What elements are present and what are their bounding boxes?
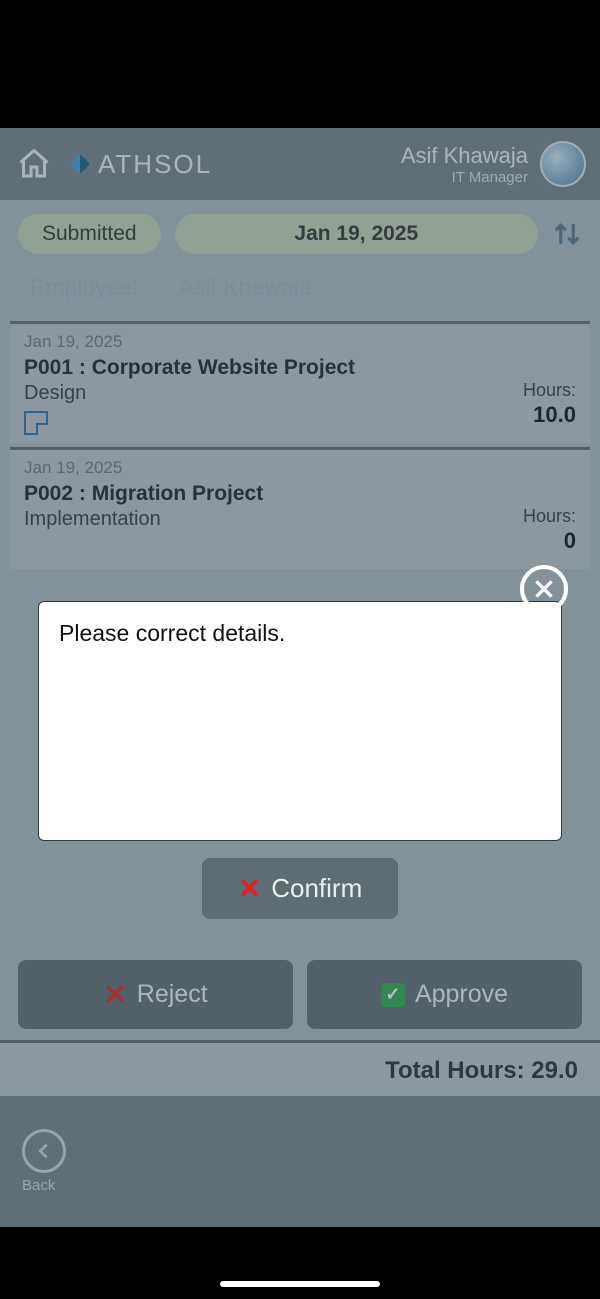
sort-icon[interactable]: [552, 217, 582, 251]
employee-row: Employee: Asif Khawaja: [0, 264, 600, 317]
employee-value: Asif Khawaja: [179, 274, 312, 301]
timesheet-card[interactable]: Jan 19, 2025 P001 : Corporate Website Pr…: [10, 321, 590, 443]
date-pill[interactable]: Jan 19, 2025: [175, 214, 538, 254]
reject-label: Reject: [137, 980, 208, 1009]
card-date: Jan 19, 2025: [24, 458, 576, 478]
brand: ATHSOL: [68, 149, 212, 180]
card-task: Implementation: [24, 508, 576, 531]
app-screen: ATHSOL Asif Khawaja IT Manager Submitted…: [0, 128, 600, 1227]
hours-value: 0: [564, 528, 576, 554]
x-icon: ✕: [238, 872, 261, 905]
back-button[interactable]: [22, 1129, 66, 1173]
timesheet-card[interactable]: Jan 19, 2025 P002 : Migration Project Im…: [10, 447, 590, 569]
check-icon: ✓: [381, 983, 405, 1007]
filter-row: Submitted Jan 19, 2025: [0, 200, 600, 264]
back-zone: Back: [0, 1096, 600, 1227]
note-icon[interactable]: [24, 411, 48, 435]
action-row: ✕ Reject ✓ Approve: [0, 960, 600, 1029]
user-role: IT Manager: [401, 169, 528, 186]
back-label: Back: [22, 1177, 55, 1194]
brand-logo-icon: [68, 152, 92, 176]
home-icon[interactable]: [14, 144, 54, 184]
confirm-label: Confirm: [271, 873, 362, 904]
reject-reason-modal: Please correct details.: [38, 601, 562, 841]
hours-label: Hours:: [523, 506, 576, 527]
hours-label: Hours:: [523, 380, 576, 401]
user-block: Asif Khawaja IT Manager: [401, 141, 586, 187]
x-icon: ✕: [103, 978, 126, 1011]
card-date: Jan 19, 2025: [24, 332, 576, 352]
home-indicator[interactable]: [220, 1281, 380, 1287]
card-task: Design: [24, 382, 576, 405]
total-hours: Total Hours: 29.0: [0, 1040, 600, 1099]
employee-label: Employee:: [30, 274, 139, 301]
avatar[interactable]: [540, 141, 586, 187]
card-project: P001 : Corporate Website Project: [24, 356, 576, 380]
close-icon[interactable]: [520, 565, 568, 613]
status-pill[interactable]: Submitted: [18, 214, 161, 254]
user-name: Asif Khawaja: [401, 143, 528, 169]
card-project: P002 : Migration Project: [24, 482, 576, 506]
confirm-wrap: ✕ Confirm: [0, 858, 600, 919]
app-header: ATHSOL Asif Khawaja IT Manager: [0, 128, 600, 200]
approve-button[interactable]: ✓ Approve: [307, 960, 582, 1029]
confirm-button[interactable]: ✕ Confirm: [202, 858, 398, 919]
brand-name: ATHSOL: [98, 149, 212, 180]
modal-text[interactable]: Please correct details.: [59, 620, 541, 647]
reject-button[interactable]: ✕ Reject: [18, 960, 293, 1029]
hours-value: 10.0: [533, 402, 576, 428]
approve-label: Approve: [415, 980, 508, 1009]
